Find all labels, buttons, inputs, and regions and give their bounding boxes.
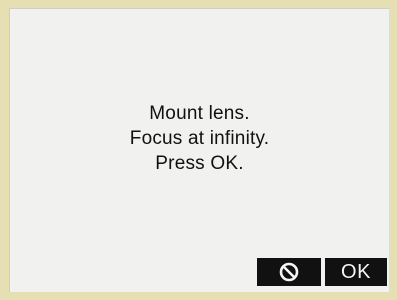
cancel-icon: [279, 262, 299, 282]
camera-screen: { "dialog": { "lines": [ "Mount lens.", …: [0, 0, 397, 300]
ok-button[interactable]: OK: [325, 258, 387, 286]
cancel-button[interactable]: [257, 258, 321, 286]
instruction-line-focus-infinity: Focus at infinity.: [129, 128, 270, 149]
instruction-line-press-ok: Press OK.: [155, 153, 244, 174]
instruction-line-mount-lens: Mount lens.: [149, 103, 250, 124]
instruction-message: Mount lens. Focus at infinity. Press OK.: [10, 101, 389, 176]
dialog-panel: Mount lens. Focus at infinity. Press OK.: [9, 8, 389, 292]
